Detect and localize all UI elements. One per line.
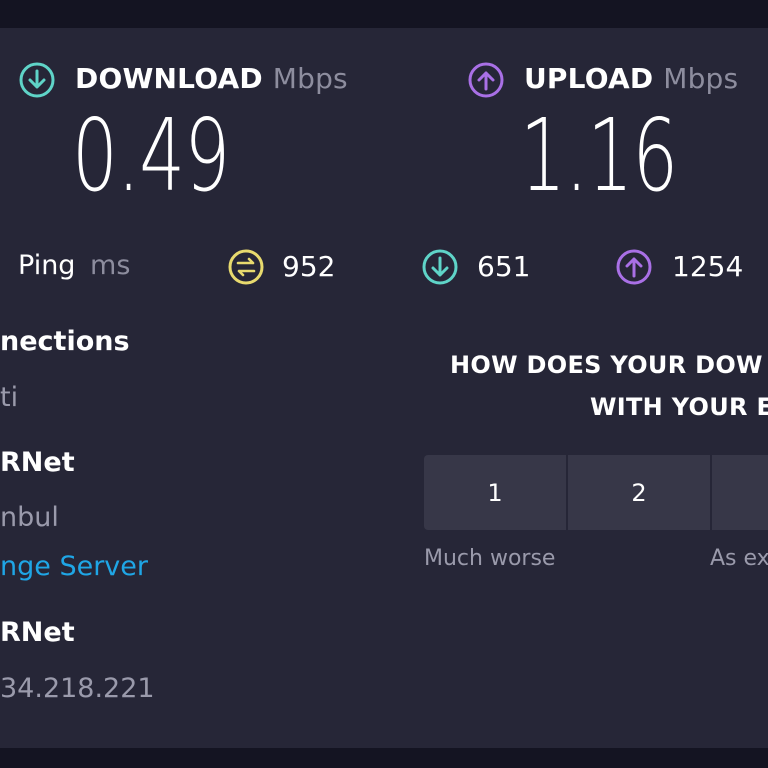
connections-heading: nections [0,326,130,357]
ping-label-row: Ping ms [18,250,130,281]
ping-download-value: 651 [477,250,531,283]
ping-idle-icon [228,249,264,285]
change-server-link[interactable]: nge Server [0,551,148,582]
upload-unit: Mbps [663,62,739,95]
download-label-row: DOWNLOAD Mbps [75,62,348,95]
top-bar [0,0,768,28]
download-speed-value: 0.49 [72,97,230,214]
ping-unit: ms [90,250,131,281]
survey-question-line-1: HOW DOES YOUR DOW [450,351,763,379]
bottom-bar [0,748,768,768]
ping-label: Ping [18,250,76,281]
ping-idle-value: 952 [282,250,336,283]
rating-button-1[interactable]: 1 [424,455,566,530]
connections-mode: ti [0,382,19,413]
rating-button-2[interactable]: 2 [568,455,710,530]
download-arrow-icon [19,62,55,98]
upload-speed-value: 1.16 [520,97,678,214]
download-label: DOWNLOAD [75,62,263,95]
ping-upload-value: 1254 [672,250,744,283]
isp-provider: RNet [0,617,75,648]
scale-label-low: Much worse [424,546,556,571]
scale-label-mid: As ex [710,546,768,571]
upload-arrow-icon [468,62,504,98]
ping-download-icon [422,249,458,285]
rating-button-3[interactable] [712,455,768,530]
ping-upload-icon [616,249,652,285]
upload-label-row: UPLOAD Mbps [524,62,738,95]
survey-question-line-2: WITH YOUR E [590,393,768,421]
upload-label: UPLOAD [524,62,654,95]
server-provider: RNet [0,447,75,478]
ip-address: 34.218.221 [0,673,155,704]
download-unit: Mbps [272,62,348,95]
server-location: nbul [0,502,59,533]
